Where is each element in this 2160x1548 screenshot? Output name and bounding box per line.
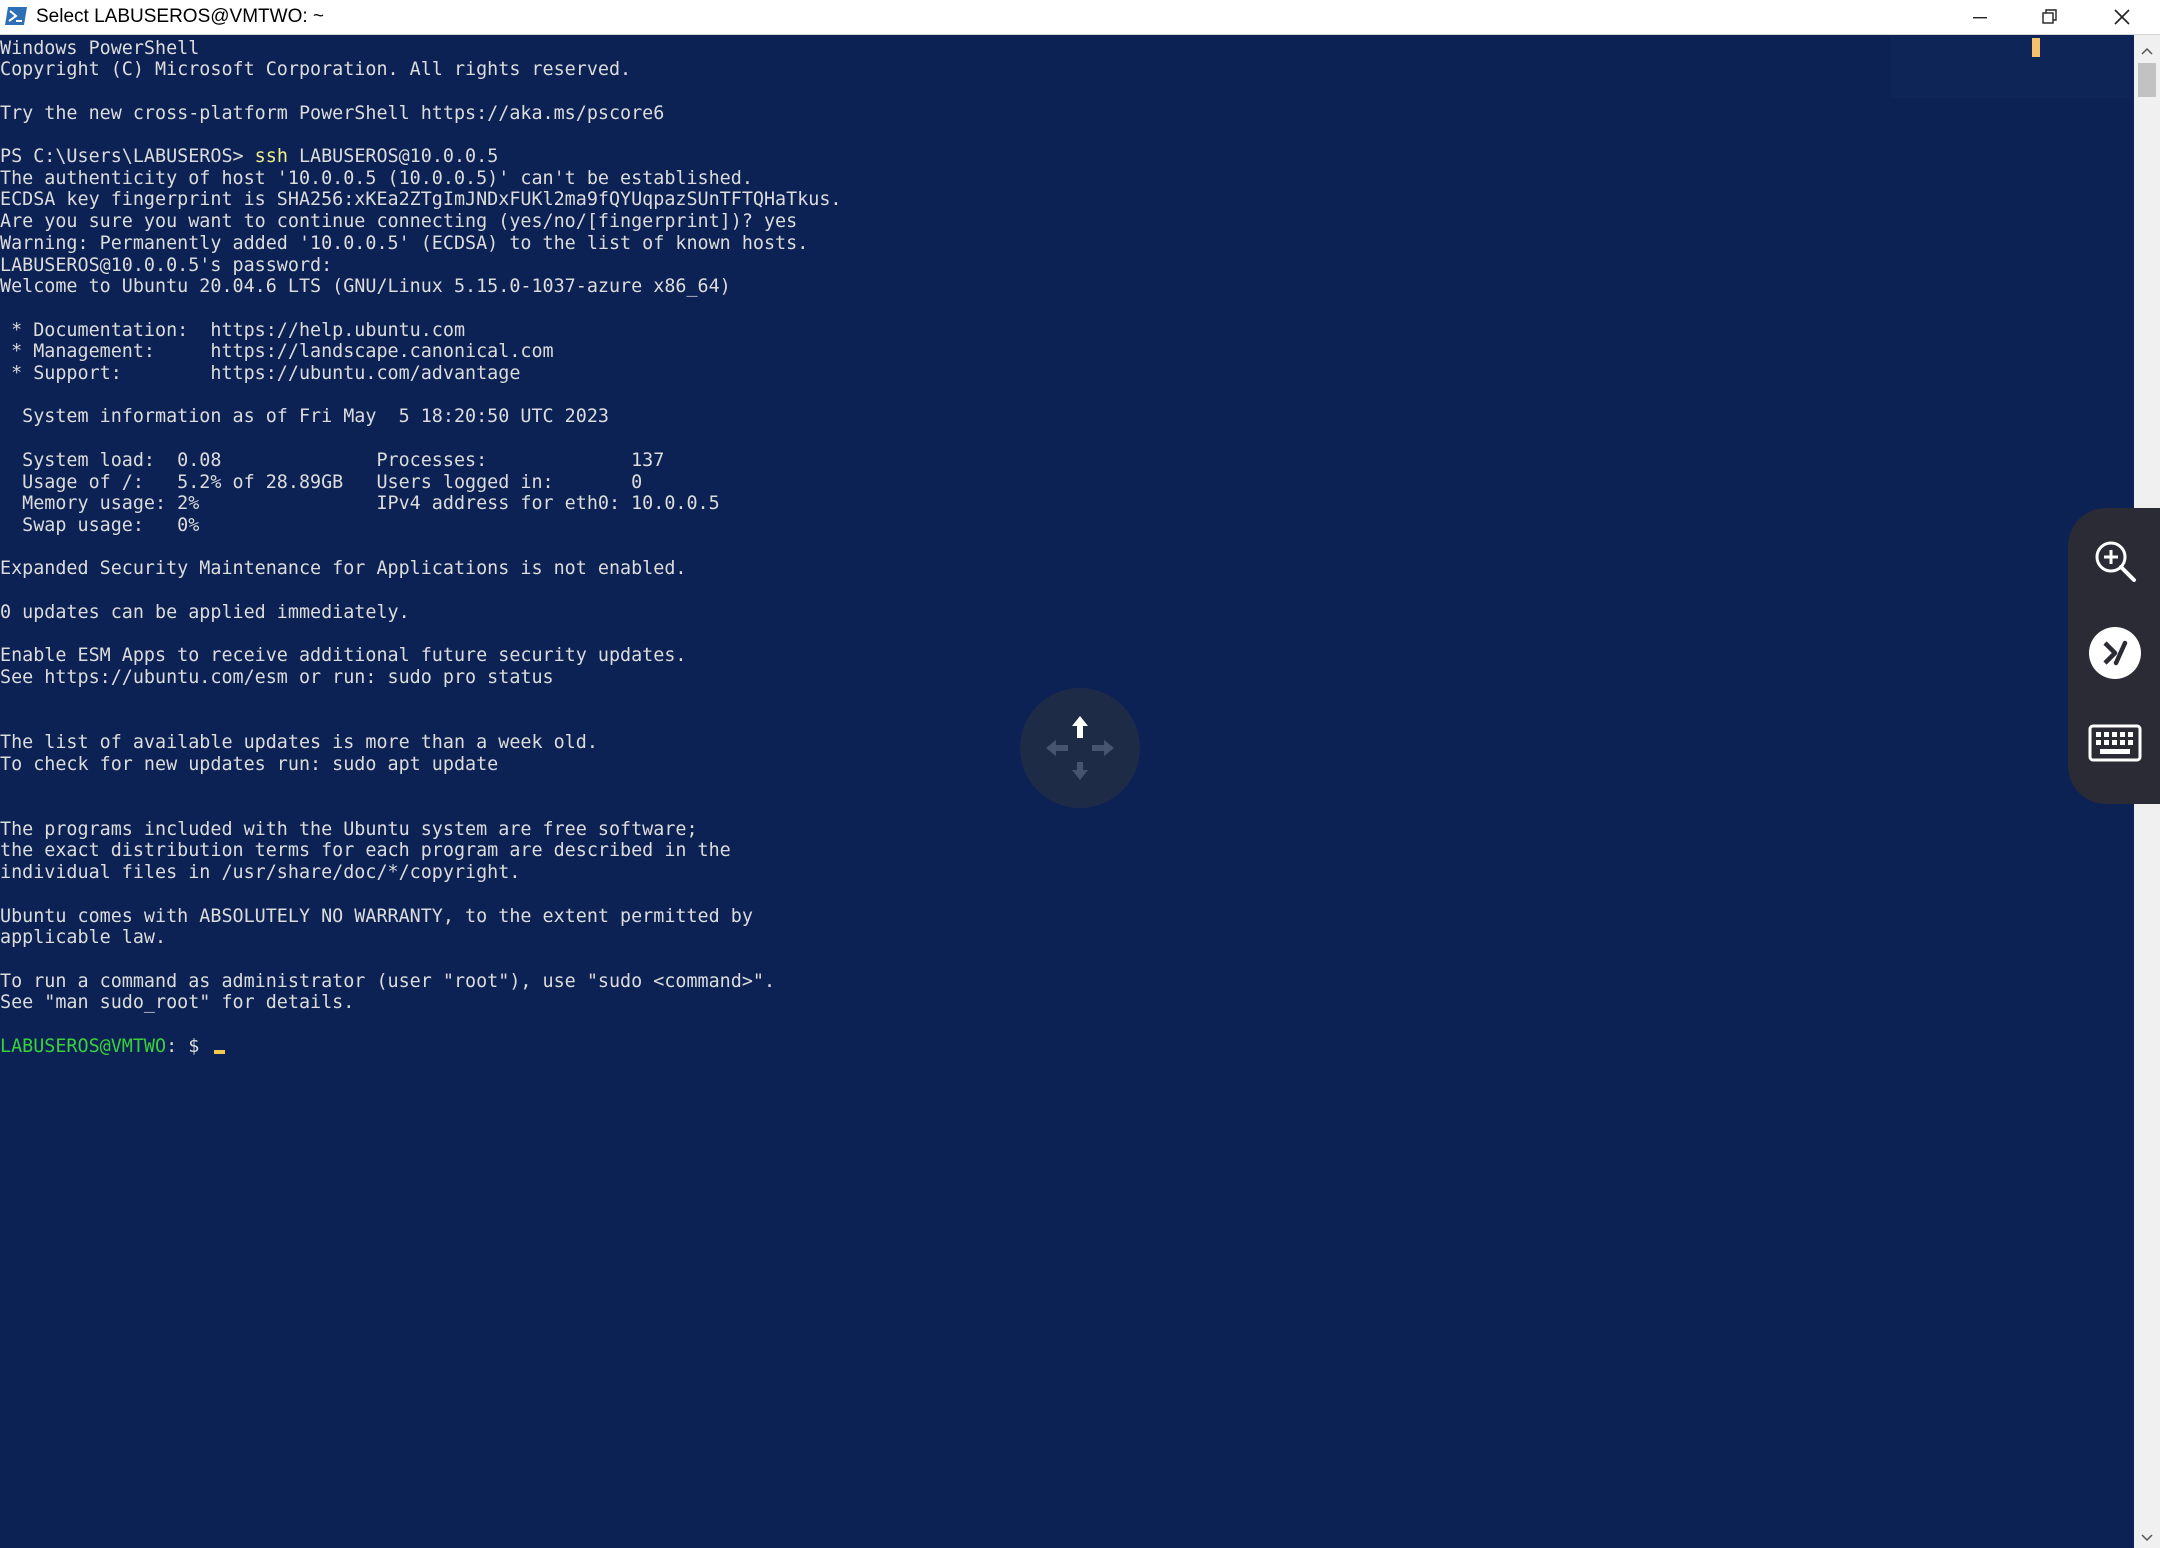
- terminal-command-args: LABUSEROS@10.0.0.5: [287, 146, 499, 167]
- restore-button[interactable]: [2016, 0, 2084, 34]
- chevron-down-icon: [2141, 1527, 2153, 1546]
- scroll-thumb[interactable]: [2138, 63, 2156, 97]
- terminal-line-text: Usage of /: 5.2% of 28.89GB Users logged…: [0, 471, 643, 493]
- terminal-line-text: 0 updates can be applied immediately.: [0, 601, 410, 623]
- terminal-line: To run a command as administrator (user …: [0, 971, 775, 993]
- terminal-line: Warning: Permanently added '10.0.0.5' (E…: [0, 233, 808, 255]
- terminal-line: * Documentation: https://help.ubuntu.com: [0, 320, 465, 342]
- terminal-line-text: Are you sure you want to continue connec…: [0, 211, 798, 233]
- terminal-line-text: The authenticity of host '10.0.0.5 (10.0…: [0, 167, 753, 189]
- terminal-line: The programs included with the Ubuntu sy…: [0, 819, 698, 841]
- terminal-line: To check for new updates run: sudo apt u…: [0, 754, 498, 776]
- scroll-up-arrow[interactable]: [2134, 39, 2160, 59]
- terminal-line-text: Ubuntu comes with ABSOLUTELY NO WARRANTY…: [0, 905, 753, 927]
- terminal-line: Memory usage: 2% IPv4 address for eth0: …: [0, 493, 720, 515]
- terminal-line-text: applicable law.: [0, 927, 167, 949]
- title-bar[interactable]: Select LABUSEROS@VMTWO: ~: [0, 0, 2160, 35]
- terminal-line-text: Try the new cross-platform PowerShell ht…: [0, 102, 665, 124]
- chevron-up-icon: [2141, 40, 2153, 59]
- terminal-line-text: * Documentation: https://help.ubuntu.com: [0, 319, 466, 341]
- remote-session-toolbar: [2068, 508, 2160, 804]
- terminal-line-text: Expanded Security Maintenance for Applic…: [0, 558, 687, 580]
- terminal-line: The list of available updates is more th…: [0, 732, 598, 754]
- scroll-down-arrow[interactable]: [2134, 1526, 2160, 1546]
- terminal-line: Copyright (C) Microsoft Corporation. All…: [0, 59, 631, 81]
- terminal-line: System information as of Fri May 5 18:20…: [0, 406, 609, 428]
- terminal-line-text: The list of available updates is more th…: [0, 731, 598, 753]
- terminal-line-text: Welcome to Ubuntu 20.04.6 LTS (GNU/Linux…: [0, 276, 731, 298]
- terminal-line-text: Windows PowerShell: [0, 37, 200, 59]
- terminal-line-text: * Management: https://landscape.canonica…: [0, 341, 554, 363]
- terminal-line: LABUSEROS@10.0.0.5's password:: [0, 255, 332, 277]
- terminal-line-text: the exact distribution terms for each pr…: [0, 840, 731, 862]
- keyboard-button[interactable]: [2086, 716, 2144, 774]
- terminal-line-text: LABUSEROS@10.0.0.5's password:: [0, 254, 333, 276]
- terminal-line-text: PS C:\Users\LABUSEROS>: [0, 146, 255, 167]
- shell-prompt-suffix: : $: [166, 1035, 211, 1057]
- terminal-line: Windows PowerShell: [0, 38, 199, 60]
- terminal-line-text: Swap usage: 0%: [0, 514, 200, 536]
- terminal-line: 0 updates can be applied immediately.: [0, 602, 410, 624]
- restore-icon: [2041, 8, 2059, 26]
- terminal-line: individual files in /usr/share/doc/*/cop…: [0, 862, 520, 884]
- terminal-line: The authenticity of host '10.0.0.5 (10.0…: [0, 168, 753, 190]
- terminal-line-text: To run a command as administrator (user …: [0, 970, 776, 992]
- terminal-line: Enable ESM Apps to receive additional fu…: [0, 645, 686, 667]
- terminal-line-text: * Support: https://ubuntu.com/advantage: [0, 363, 521, 384]
- terminal-command: ssh: [254, 146, 288, 167]
- terminal-line: * Support: https://ubuntu.com/advantage: [0, 363, 520, 385]
- minimize-icon: [1972, 9, 1988, 25]
- terminal-line-text: To check for new updates run: sudo apt u…: [0, 753, 499, 775]
- scroll-position-marker: [2032, 38, 2040, 57]
- terminal-line-text: Copyright (C) Microsoft Corporation. All…: [0, 59, 632, 81]
- terminal-line-text: individual files in /usr/share/doc/*/cop…: [0, 862, 521, 884]
- text-cursor: [214, 1049, 226, 1054]
- terminal-line-text: System information as of Fri May 5 18:20…: [0, 406, 609, 428]
- terminal-line: Ubuntu comes with ABSOLUTELY NO WARRANTY…: [0, 906, 753, 928]
- zoom-in-icon: [2092, 538, 2138, 588]
- terminal-line: See https://ubuntu.com/esm or run: sudo …: [0, 667, 554, 689]
- pan-gesture-control[interactable]: [1020, 688, 1140, 808]
- minimize-button[interactable]: [1946, 0, 2014, 34]
- terminal-line: Welcome to Ubuntu 20.04.6 LTS (GNU/Linux…: [0, 276, 731, 298]
- close-button[interactable]: [2088, 0, 2156, 34]
- terminal-line-text: Warning: Permanently added '10.0.0.5' (E…: [0, 232, 809, 254]
- keyboard-icon: [2088, 723, 2142, 767]
- terminal-line-text: See https://ubuntu.com/esm or run: sudo …: [0, 666, 554, 688]
- terminal-line: Try the new cross-platform PowerShell ht…: [0, 103, 664, 125]
- shell-prompt-user: LABUSEROS@VMTWO: [0, 1035, 167, 1057]
- powershell-icon: [4, 6, 28, 26]
- terminal-line: ECDSA key fingerprint is SHA256:xKEa2ZTg…: [0, 189, 841, 211]
- terminal-line-text: System load: 0.08 Processes: 137: [0, 449, 665, 471]
- terminal-line-text: Enable ESM Apps to receive additional fu…: [0, 645, 687, 667]
- terminal-line-text: Memory usage: 2% IPv4 address for eth0: …: [0, 493, 720, 515]
- terminal-line: LABUSEROS@VMTWO: $: [0, 1035, 226, 1058]
- terminal-line-text: The programs included with the Ubuntu sy…: [0, 818, 698, 840]
- terminal-overlay-area: [1890, 36, 2130, 98]
- remote-desktop-button[interactable]: [2086, 626, 2144, 684]
- terminal-line: the exact distribution terms for each pr…: [0, 840, 731, 862]
- terminal-line: System load: 0.08 Processes: 137: [0, 450, 664, 472]
- terminal-line: Expanded Security Maintenance for Applic…: [0, 558, 686, 580]
- close-icon: [2113, 8, 2131, 26]
- remote-desktop-icon: [2088, 626, 2142, 684]
- powershell-window: Select LABUSEROS@VMTWO: ~ Windows PowerS…: [0, 0, 2160, 1548]
- window-title: Select LABUSEROS@VMTWO: ~: [36, 6, 324, 27]
- terminal-line: See "man sudo_root" for details.: [0, 992, 354, 1014]
- terminal-line: PS C:\Users\LABUSEROS> ssh LABUSEROS@10.…: [0, 146, 498, 168]
- terminal-line: * Management: https://landscape.canonica…: [0, 341, 554, 363]
- terminal-line: Are you sure you want to continue connec…: [0, 211, 797, 233]
- terminal-line-text: ECDSA key fingerprint is SHA256:xKEa2ZTg…: [0, 189, 842, 211]
- terminal-line: Usage of /: 5.2% of 28.89GB Users logged…: [0, 472, 642, 494]
- terminal-line: Swap usage: 0%: [0, 515, 199, 537]
- zoom-in-button[interactable]: [2086, 534, 2144, 592]
- terminal-line: applicable law.: [0, 927, 166, 949]
- terminal-line-text: See "man sudo_root" for details.: [0, 992, 355, 1014]
